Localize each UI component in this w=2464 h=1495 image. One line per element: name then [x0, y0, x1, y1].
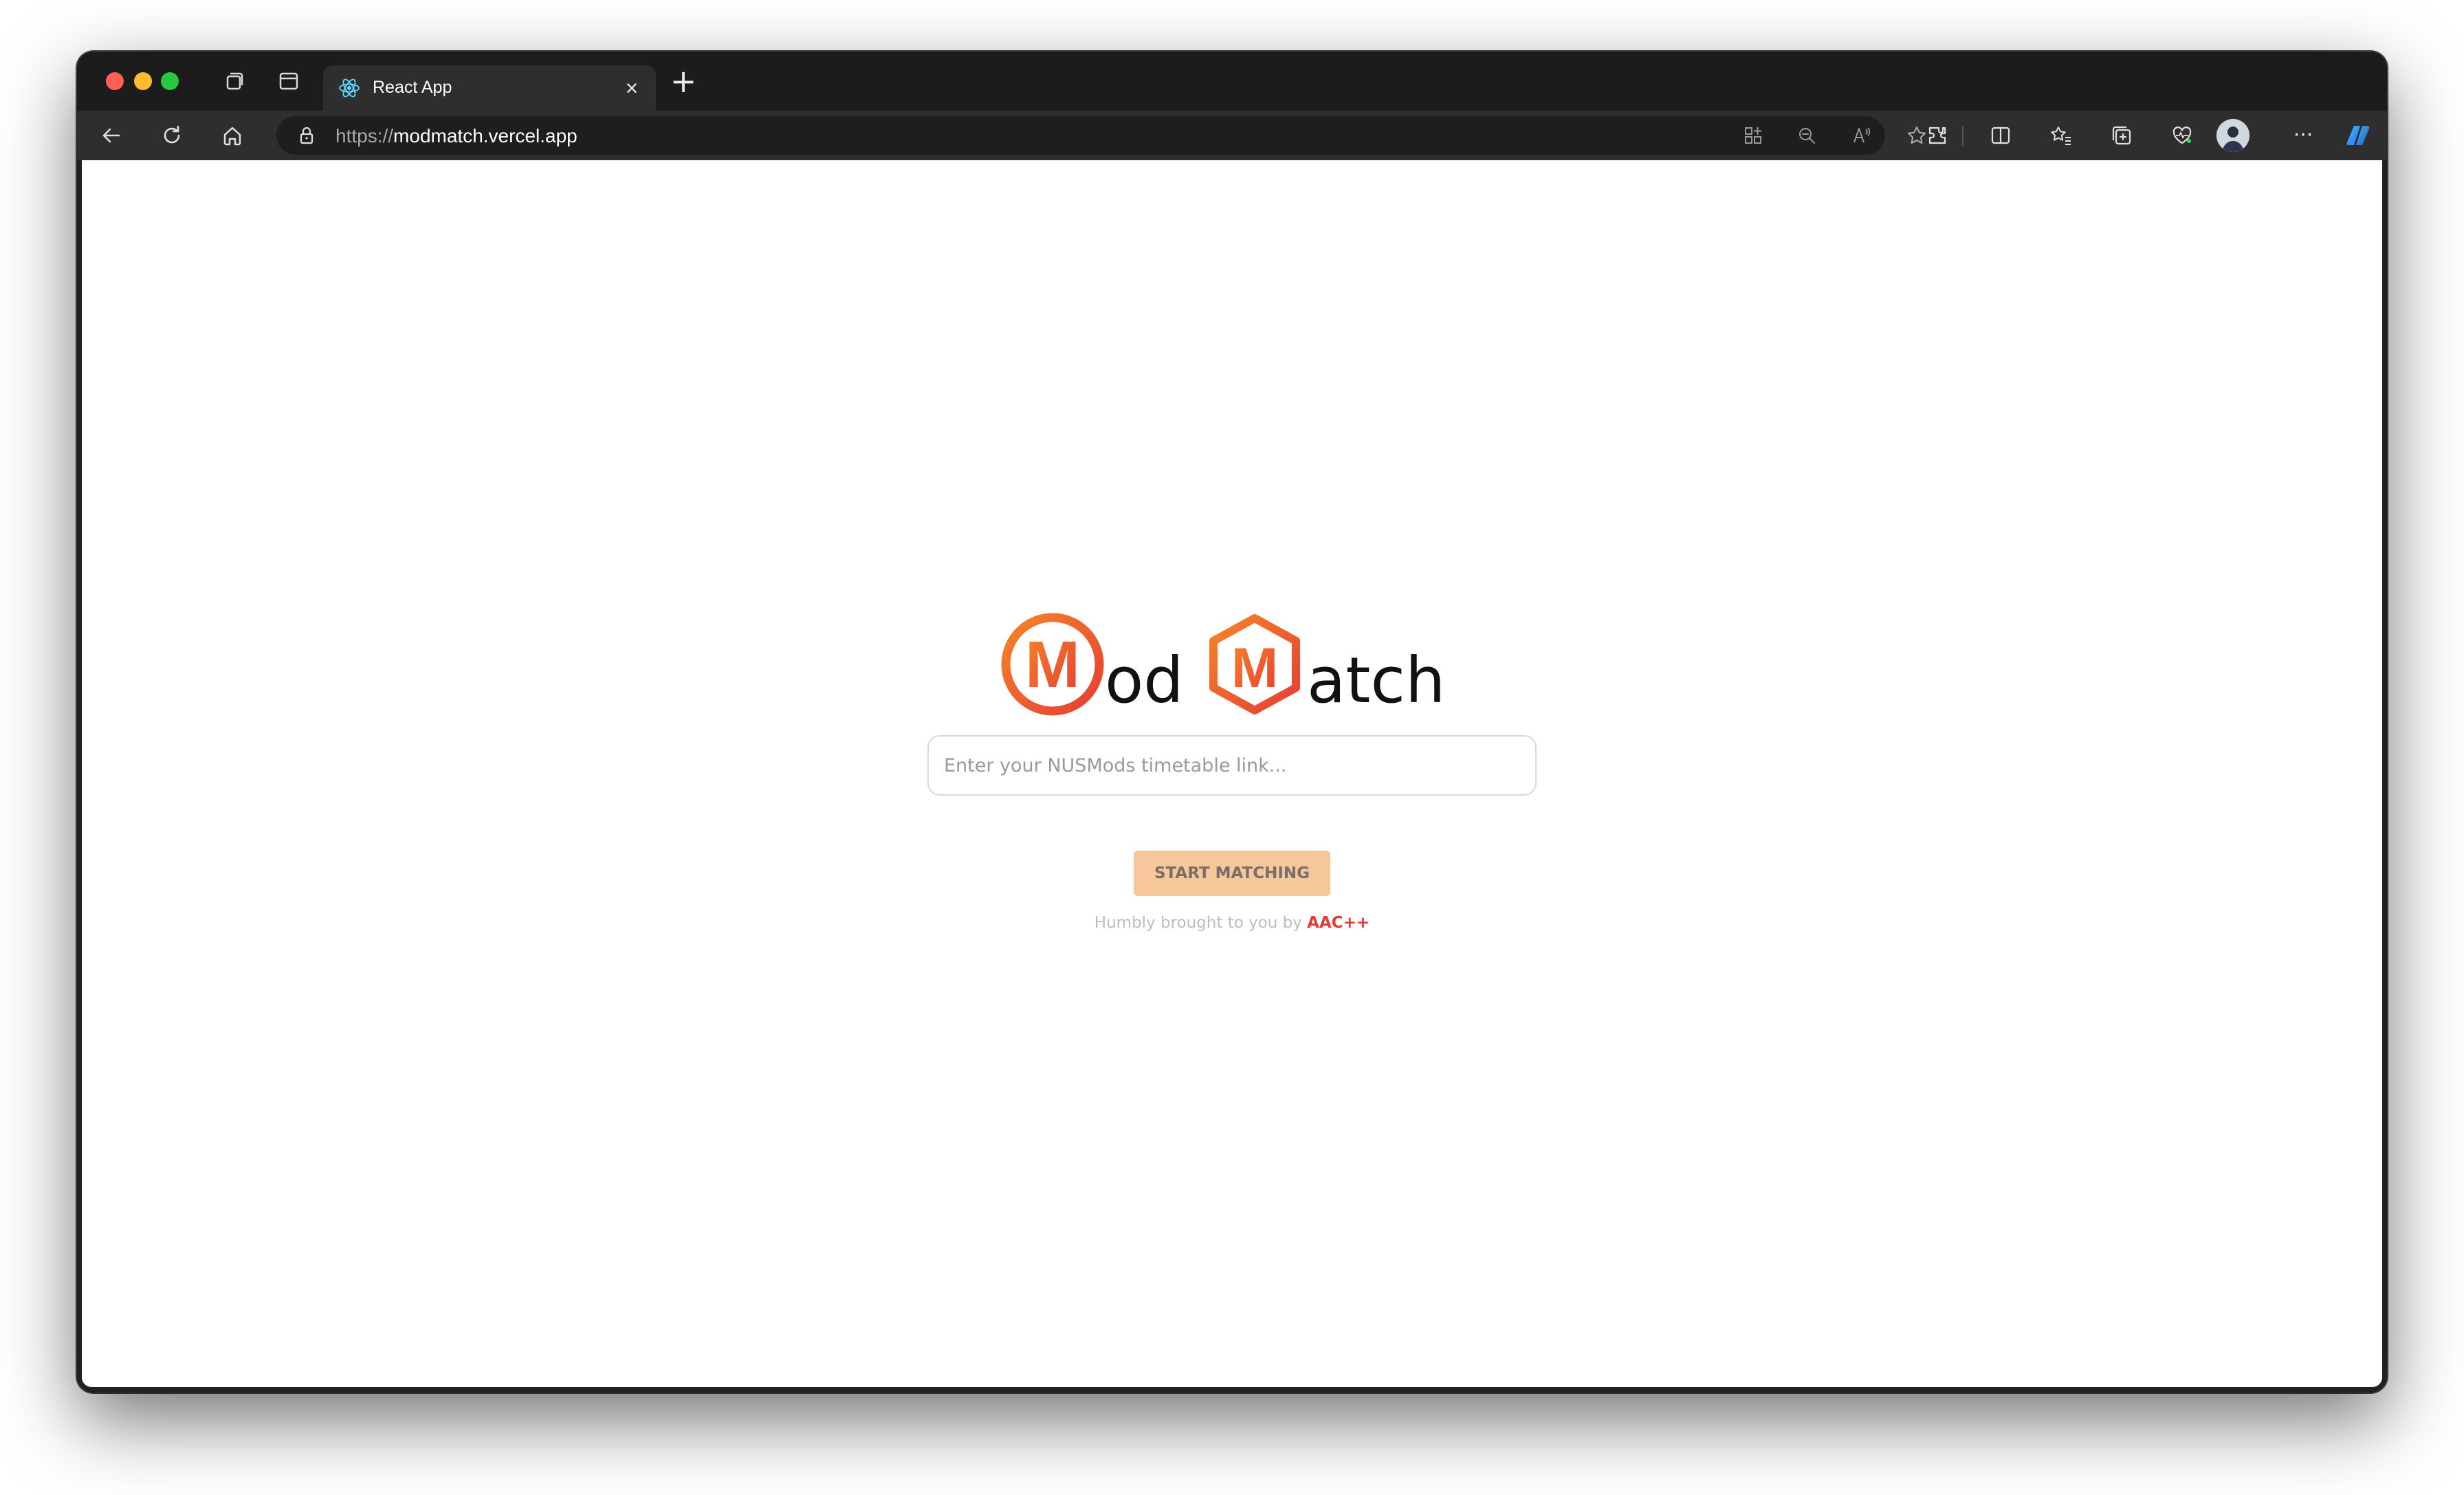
tab-close-icon[interactable]: ×	[620, 76, 644, 100]
start-matching-button[interactable]: START MATCHING	[1134, 851, 1330, 896]
refresh-icon[interactable]	[158, 122, 186, 149]
copilot-icon[interactable]	[2344, 122, 2372, 149]
browser-window: React App × + https://modmatch.vercel.ap…	[77, 52, 2387, 1393]
tab-title: React App	[373, 78, 452, 97]
apps-icon[interactable]	[1741, 123, 1766, 148]
url-scheme: https://	[336, 125, 394, 146]
logo-text-atch: atch	[1307, 644, 1445, 717]
split-screen-icon[interactable]	[1987, 122, 2014, 149]
credit-brand[interactable]: AAC++	[1307, 914, 1370, 932]
collections-icon[interactable]	[2108, 122, 2135, 149]
vertical-tabs-icon[interactable]	[276, 69, 301, 94]
url-host: modmatch.vercel.app	[393, 125, 578, 146]
credit-text: Humbly brought to you by AAC++	[82, 914, 2382, 932]
react-icon	[337, 76, 362, 100]
minimize-window-button[interactable]	[134, 72, 152, 90]
profile-avatar[interactable]	[2216, 119, 2250, 152]
page-content: M od M atch START MATCHING Humbly brough…	[82, 160, 2382, 1387]
back-arrow-icon[interactable]	[98, 122, 125, 149]
zoom-out-icon[interactable]	[1794, 123, 1819, 148]
modmatch-logo: M od M atch	[996, 604, 1464, 721]
logo-m-letter: M	[1025, 628, 1080, 701]
credit-prefix: Humbly brought to you by	[1094, 914, 1308, 932]
logo-text-od: od	[1105, 644, 1184, 717]
logo-m-hex-letter: M	[1231, 637, 1278, 699]
browser-essentials-icon[interactable]	[2168, 122, 2196, 149]
new-tab-button[interactable]: +	[668, 65, 698, 97]
workspaces-icon[interactable]	[221, 69, 246, 94]
close-window-button[interactable]	[106, 72, 124, 90]
browser-toolbar: https://modmatch.vercel.app ···	[77, 111, 2387, 160]
address-bar[interactable]: https://modmatch.vercel.app	[276, 116, 1926, 155]
read-aloud-icon[interactable]	[1849, 123, 1874, 148]
toolbar-divider	[1962, 126, 1964, 146]
favorites-icon[interactable]	[2047, 122, 2075, 149]
more-icon[interactable]: ···	[2289, 122, 2317, 149]
maximize-window-button[interactable]	[161, 72, 179, 90]
tab-react-app[interactable]: React App ×	[323, 65, 656, 111]
extensions-icon[interactable]	[1924, 122, 1951, 149]
title-bar: React App × +	[77, 52, 2387, 111]
home-icon[interactable]	[219, 122, 246, 149]
lock-icon[interactable]	[296, 124, 318, 146]
url-text[interactable]: https://modmatch.vercel.app	[336, 125, 578, 147]
timetable-link-input[interactable]	[927, 735, 1537, 796]
